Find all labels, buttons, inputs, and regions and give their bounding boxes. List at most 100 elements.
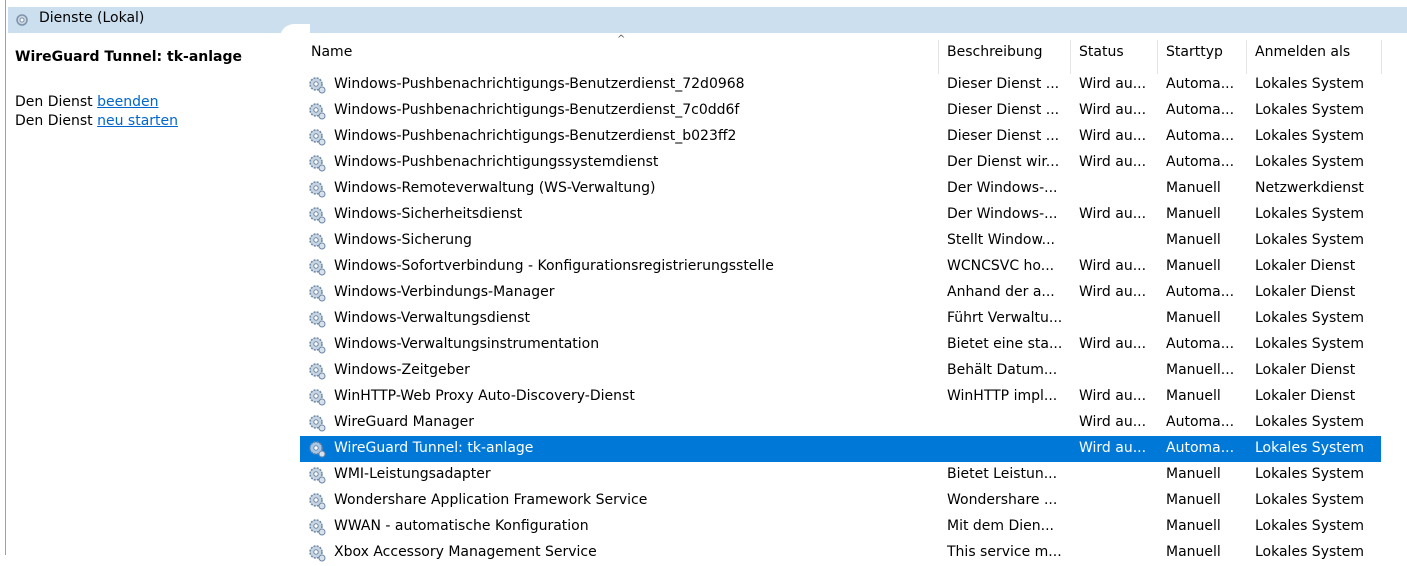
service-row[interactable]: Windows-Remoteverwaltung (WS-Verwaltung)…	[300, 176, 1381, 202]
service-status: Wird au...	[1079, 206, 1147, 222]
service-logon: Lokales System	[1255, 518, 1365, 534]
window-left-border	[0, 0, 6, 555]
service-status: Wird au...	[1079, 284, 1147, 300]
service-logon: Lokales System	[1255, 336, 1365, 352]
service-row[interactable]: Windows-Verwaltungsinstrumentation Bietet…	[300, 332, 1381, 358]
service-description: Anhand der a...	[947, 284, 1055, 300]
service-name: Windows-Sicherung	[334, 232, 472, 248]
service-logon: Lokaler Dienst	[1255, 362, 1356, 378]
service-row[interactable]: WireGuard Manager Wird au... Automa... Loka…	[300, 410, 1381, 436]
stop-service-link[interactable]: beenden	[97, 94, 158, 110]
service-name: Windows-Pushbenachrichtigungs-Benutzerdi…	[334, 76, 745, 92]
service-starttype: Manuell	[1166, 310, 1221, 326]
service-logon: Lokales System	[1255, 154, 1365, 170]
service-logon: Lokales System	[1255, 128, 1365, 144]
service-description: Behält Datum...	[947, 362, 1058, 378]
service-logon: Lokales System	[1255, 206, 1365, 222]
service-row[interactable]: Windows-Zeitgeber Behält Datum... Manuell.…	[300, 358, 1381, 384]
column-header-logon[interactable]: Anmelden als	[1247, 44, 1381, 66]
service-starttype: Automa...	[1166, 284, 1235, 300]
service-row[interactable]: WinHTTP-Web Proxy Auto-Discovery-Dienst W…	[300, 384, 1381, 410]
service-name: WinHTTP-Web Proxy Auto-Discovery-Dienst	[334, 388, 635, 404]
service-gear-icon	[309, 259, 326, 276]
list-panel-corner	[280, 24, 310, 44]
service-row[interactable]: Windows-Pushbenachrichtigungssystemdiens…	[300, 150, 1381, 176]
column-header-status[interactable]: Status	[1071, 44, 1157, 66]
service-gear-icon	[309, 103, 326, 120]
service-logon: Lokaler Dienst	[1255, 258, 1356, 274]
service-row[interactable]: Windows-Pushbenachrichtigungs-Benutzerdi…	[300, 124, 1381, 150]
service-description: Dieser Dienst ...	[947, 102, 1060, 118]
service-logon: Lokales System	[1255, 440, 1365, 456]
service-gear-icon	[309, 467, 326, 484]
service-row[interactable]: Windows-Sicherung Stellt Window... Manuell…	[300, 228, 1381, 254]
service-logon: Lokales System	[1255, 544, 1365, 560]
service-row[interactable]: Wondershare Application Framework Servic…	[300, 488, 1381, 514]
service-description: Bietet eine sta...	[947, 336, 1063, 352]
service-row[interactable]: WMI-Leistungsadapter Bietet Leistun... Man…	[300, 462, 1381, 488]
service-starttype: Manuell	[1166, 466, 1221, 482]
service-row[interactable]: Windows-Sofortverbindung - Konfiguration…	[300, 254, 1381, 280]
service-gear-icon	[309, 129, 326, 146]
service-gear-icon	[309, 493, 326, 510]
details-pane	[8, 33, 290, 555]
service-gear-icon	[309, 181, 326, 198]
service-row[interactable]: Windows-Pushbenachrichtigungs-Benutzerdi…	[300, 72, 1381, 98]
service-row[interactable]: Windows-Verwaltungsdienst Führt Verwaltu.…	[300, 306, 1381, 332]
column-header-description[interactable]: Beschreibung	[939, 44, 1070, 66]
service-row[interactable]: Windows-Verbindungs-Manager Anhand der a.…	[300, 280, 1381, 306]
service-starttype: Manuell	[1166, 206, 1221, 222]
service-starttype: Manuell...	[1166, 362, 1235, 378]
service-name: WireGuard Tunnel: tk-anlage	[334, 440, 534, 456]
service-description: Mit dem Dien...	[947, 518, 1055, 534]
service-name: WWAN - automatische Konfiguration	[334, 518, 589, 534]
service-gear-icon	[309, 363, 326, 380]
restart-service-link[interactable]: neu starten	[97, 113, 178, 129]
service-description: Dieser Dienst ...	[947, 128, 1060, 144]
service-logon: Netzwerkdienst	[1255, 180, 1364, 196]
service-gear-icon	[309, 545, 326, 562]
service-description: Der Windows-...	[947, 180, 1058, 196]
service-gear-icon	[309, 285, 326, 302]
service-row[interactable]: Xbox Accessory Management Service This se…	[300, 540, 1381, 566]
service-name: Windows-Verwaltungsdienst	[334, 310, 530, 326]
service-logon: Lokales System	[1255, 310, 1365, 326]
service-logon: Lokaler Dienst	[1255, 388, 1356, 404]
service-logon: Lokales System	[1255, 414, 1365, 430]
service-logon: Lokales System	[1255, 492, 1365, 508]
service-row[interactable]: Windows-Sicherheitsdienst Der Windows-...…	[300, 202, 1381, 228]
column-header-starttype[interactable]: Starttyp	[1158, 44, 1246, 66]
service-gear-icon	[309, 207, 326, 224]
service-name: WMI-Leistungsadapter	[334, 466, 491, 482]
service-logon: Lokales System	[1255, 232, 1365, 248]
service-starttype: Manuell	[1166, 544, 1221, 560]
service-row[interactable]: WireGuard Tunnel: tk-anlage Wird au... Aut…	[300, 436, 1381, 462]
service-status: Wird au...	[1079, 128, 1147, 144]
service-starttype: Manuell	[1166, 258, 1221, 274]
service-row[interactable]: WWAN - automatische Konfiguration Mit dem…	[300, 514, 1381, 540]
service-name: WireGuard Manager	[334, 414, 474, 430]
service-description: This service m...	[947, 544, 1062, 560]
service-name: Windows-Verbindungs-Manager	[334, 284, 555, 300]
service-logon: Lokaler Dienst	[1255, 284, 1356, 300]
service-name: Xbox Accessory Management Service	[334, 544, 597, 560]
service-name: Windows-Remoteverwaltung (WS-Verwaltung)	[334, 180, 656, 196]
service-description: Führt Verwaltu...	[947, 310, 1063, 326]
service-description: Der Windows-...	[947, 206, 1058, 222]
service-description: Wondershare ...	[947, 492, 1058, 508]
service-row[interactable]: Windows-Pushbenachrichtigungs-Benutzerdi…	[300, 98, 1381, 124]
service-name: Windows-Pushbenachrichtigungs-Benutzerdi…	[334, 128, 737, 144]
header-title: Dienste (Lokal)	[39, 10, 145, 26]
service-name: Windows-Verwaltungsinstrumentation	[334, 336, 600, 352]
column-separator[interactable]	[1381, 40, 1382, 74]
service-logon: Lokales System	[1255, 102, 1365, 118]
service-starttype: Automa...	[1166, 154, 1235, 170]
column-header-name[interactable]: Name	[303, 44, 938, 66]
service-starttype: Automa...	[1166, 336, 1235, 352]
service-description: Stellt Window...	[947, 232, 1055, 248]
service-starttype: Manuell	[1166, 388, 1221, 404]
service-status: Wird au...	[1079, 414, 1147, 430]
service-description: WinHTTP impl...	[947, 388, 1058, 404]
service-starttype: Manuell	[1166, 492, 1221, 508]
service-gear-icon	[309, 77, 326, 94]
